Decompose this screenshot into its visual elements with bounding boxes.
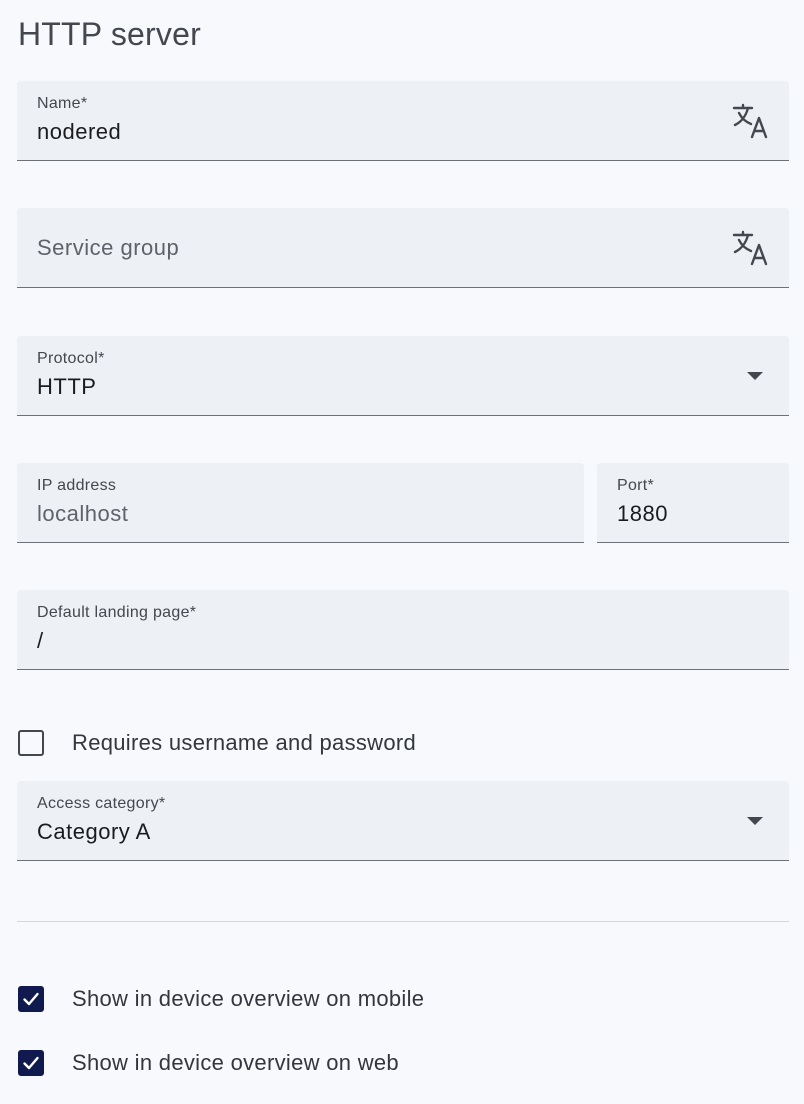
name-value[interactable]: nodered [37,119,121,145]
show-mobile-checkbox[interactable] [18,986,44,1012]
checkmark-icon [23,1056,39,1070]
landing-page-label: Default landing page* [37,604,197,621]
protocol-value: HTTP [37,374,97,399]
section-divider [17,921,789,922]
page-title: HTTP server [18,16,201,52]
requires-auth-checkbox-row[interactable]: Requires username and password [18,727,416,759]
show-mobile-checkbox-row[interactable]: Show in device overview on mobile [18,983,424,1015]
ip-address-field[interactable]: IP address localhost [17,463,584,543]
requires-auth-label: Requires username and password [72,730,417,755]
dropdown-arrow-icon[interactable] [747,817,763,825]
translate-icon[interactable] [731,230,769,266]
ip-address-label: IP address [37,477,117,494]
service-group-placeholder: Service group [37,235,180,260]
translate-icon[interactable] [731,103,769,139]
show-web-label: Show in device overview on web [72,1050,399,1075]
checkmark-icon [23,992,39,1006]
ip-address-value[interactable]: localhost [37,501,128,527]
protocol-label: Protocol* [37,350,105,367]
requires-auth-checkbox[interactable] [18,730,44,756]
show-mobile-label: Show in device overview on mobile [72,986,425,1011]
port-value[interactable]: 1880 [617,501,668,527]
show-web-checkbox-row[interactable]: Show in device overview on web [18,1047,399,1079]
landing-page-field[interactable]: Default landing page* / [17,590,789,670]
name-field[interactable]: Name* nodered [17,81,789,161]
port-field[interactable]: Port* 1880 [597,463,789,543]
access-category-value: Category A [37,819,151,844]
service-group-field[interactable]: Service group [17,208,789,288]
dropdown-arrow-icon[interactable] [747,372,763,380]
landing-page-value[interactable]: / [37,628,44,654]
port-label: Port* [617,477,655,494]
protocol-select[interactable]: Protocol* HTTP [17,336,789,416]
name-label: Name* [37,95,88,112]
access-category-label: Access category* [37,795,166,812]
show-web-checkbox[interactable] [18,1050,44,1076]
access-category-select[interactable]: Access category* Category A [17,781,789,861]
